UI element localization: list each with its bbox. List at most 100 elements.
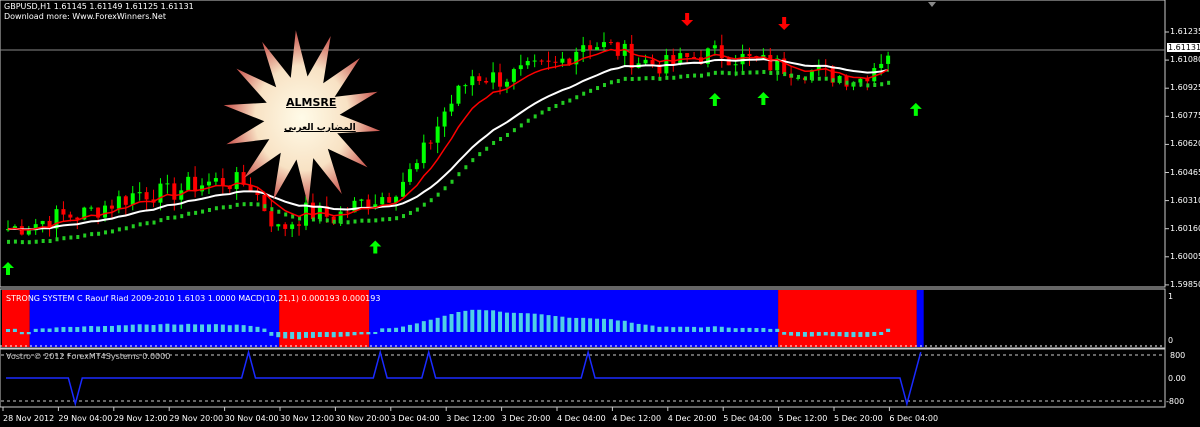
ma-dot [700,73,703,78]
ma-dot [62,236,66,241]
candle-body [539,60,544,62]
candle-body [345,211,350,213]
candle-body [511,69,516,82]
current-price-tag: 1.61131 [1167,43,1200,52]
macd-bar [872,332,877,336]
macd-bar [484,310,489,332]
candle-body [206,181,211,186]
candle-body [158,183,163,203]
time-axis-label: 30 Nov 04:00 [224,414,279,423]
macd-bar [352,332,357,336]
ma-dot [519,123,523,128]
time-axis-label: 5 Dec 04:00 [723,414,772,423]
ma-dot [693,73,697,78]
candle-body [685,53,690,58]
ma-dot [762,69,766,74]
macd-bar [338,332,343,337]
ma-dot [727,71,731,76]
ma-dot [859,82,863,87]
candle-body [89,207,94,209]
ma-dot [602,83,606,88]
macd-bar [89,326,94,332]
candle-body [213,178,218,182]
macd-bar [200,324,205,332]
macd-bar [671,327,676,332]
macd-bar [705,326,710,332]
macd-bar [96,326,101,332]
candle-body [595,47,600,50]
macd-bar [775,328,780,332]
macd-bar [442,315,447,332]
ma-dot [679,74,683,79]
ma-dot [138,222,142,227]
ma-dot [415,207,419,212]
ma-dot [284,212,288,217]
macd-bar [68,326,73,332]
macd-bar [179,324,184,332]
macd-bar [407,324,412,332]
macd-bar [823,332,828,336]
candle-body [449,103,454,112]
macd-bar [220,324,225,332]
ma-dot [852,81,856,86]
macd-bar [685,326,690,332]
candle-body [310,202,315,220]
trading-chart[interactable] [0,0,1200,427]
ma-dot [402,214,406,219]
macd-axis-0: 0 [1168,336,1174,345]
macd-bar [234,324,239,332]
candle-body [671,55,676,65]
macd-bar [664,326,669,332]
trend-zone-up [369,290,779,347]
ma-dot [450,179,454,184]
candle-body [435,126,440,143]
ma-dot [734,71,738,76]
macd-bar [414,323,419,332]
candle-body [26,230,31,235]
macd-bar [858,332,863,337]
macd-bar [470,309,475,332]
ma-dot [20,240,24,245]
ma-dot [298,216,302,221]
macd-bar [75,327,80,332]
macd-bar [802,332,807,337]
candle-body [872,68,877,82]
ma-dot [568,98,572,103]
symbol-ohlc-label: GBPUSD,H1 1.61145 1.61149 1.61125 1.6113… [4,2,194,11]
ma-dot [201,209,205,214]
macd-bar [47,328,52,332]
time-axis-label: 30 Nov 12:00 [280,414,334,423]
macd-bar [622,320,627,332]
ma-dot [291,214,295,219]
time-axis-label: 4 Dec 12:00 [612,414,662,423]
candle-body [220,178,225,186]
macd-bar [366,332,371,335]
ma-dot [582,91,586,96]
macd-bar [809,332,814,337]
ma-dot [332,219,336,224]
macd-bar [248,325,253,332]
ma-dot [686,74,690,79]
macd-bar [123,325,128,332]
macd-bar [19,332,24,335]
macd-bar [498,311,503,332]
ma-dot [145,221,149,226]
price-axis-label: 1.60465 [1170,167,1200,177]
macd-bar [40,328,45,332]
ma-dot [429,198,433,203]
candle-body [858,78,863,83]
candle-body [643,59,648,64]
macd-bar [172,324,177,332]
macd-bar [456,312,461,332]
vostro-axis-minus800: -800 [1166,397,1185,406]
ma-dot [512,128,516,133]
candle-body [608,42,613,44]
price-axis-label: 1.60620 [1170,139,1200,149]
macd-bar [54,327,59,332]
ma-dot [478,152,482,157]
macd-bar [428,319,433,332]
ma-dot [41,239,45,244]
time-axis-label: 29 Nov 04:00 [58,414,113,423]
ma-dot [748,70,752,75]
candle-body [546,60,551,62]
